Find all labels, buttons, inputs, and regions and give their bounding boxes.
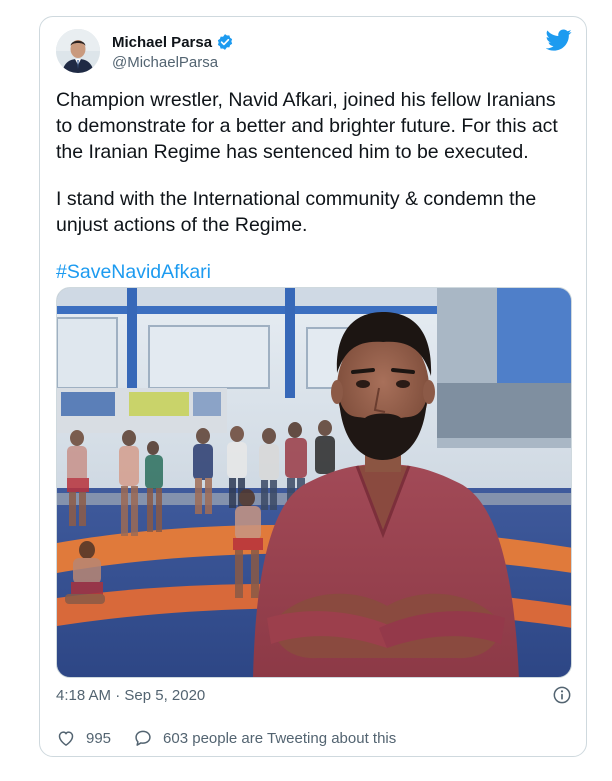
verified-badge-icon [217, 34, 233, 50]
tweet-meta: 4:18 AM · Sep 5, 2020 [56, 685, 572, 705]
heart-icon [58, 731, 74, 746]
author-name-row: Michael Parsa [112, 32, 234, 52]
tweet-paragraph: Champion wrestler, Navid Afkari, joined … [56, 89, 558, 163]
like-count: 995 [86, 729, 112, 747]
photo-wrestler-gym [57, 288, 571, 677]
tweet-timestamp[interactable]: 4:18 AM · Sep 5, 2020 [56, 687, 205, 704]
conversation-button[interactable]: 603 people are Tweeting about this [133, 728, 396, 748]
author-block[interactable]: Michael Parsa @MichaelParsa [112, 32, 234, 71]
speech-bubble-icon [135, 730, 151, 746]
tweet-text: Champion wrestler, Navid Afkari, joined … [56, 87, 572, 285]
tweet-actions: 995 603 people are Tweeting about this [56, 727, 396, 749]
tweet-paragraph: I stand with the International community… [56, 188, 537, 236]
tweet-photo[interactable] [56, 287, 572, 678]
hashtag-link[interactable]: #SaveNavidAfkari [56, 261, 211, 283]
avatar-image [56, 29, 100, 73]
author-handle[interactable]: @MichaelParsa [112, 54, 234, 71]
divider [56, 717, 572, 718]
avatar[interactable] [56, 29, 100, 73]
author-name[interactable]: Michael Parsa [112, 34, 212, 51]
conversation-label: 603 people are Tweeting about this [163, 729, 397, 747]
info-icon[interactable] [552, 685, 572, 705]
like-button[interactable]: 995 [56, 728, 111, 748]
twitter-bird-icon[interactable] [546, 27, 572, 53]
tweet-card[interactable]: Michael Parsa @MichaelParsa Champion wre… [39, 16, 587, 757]
